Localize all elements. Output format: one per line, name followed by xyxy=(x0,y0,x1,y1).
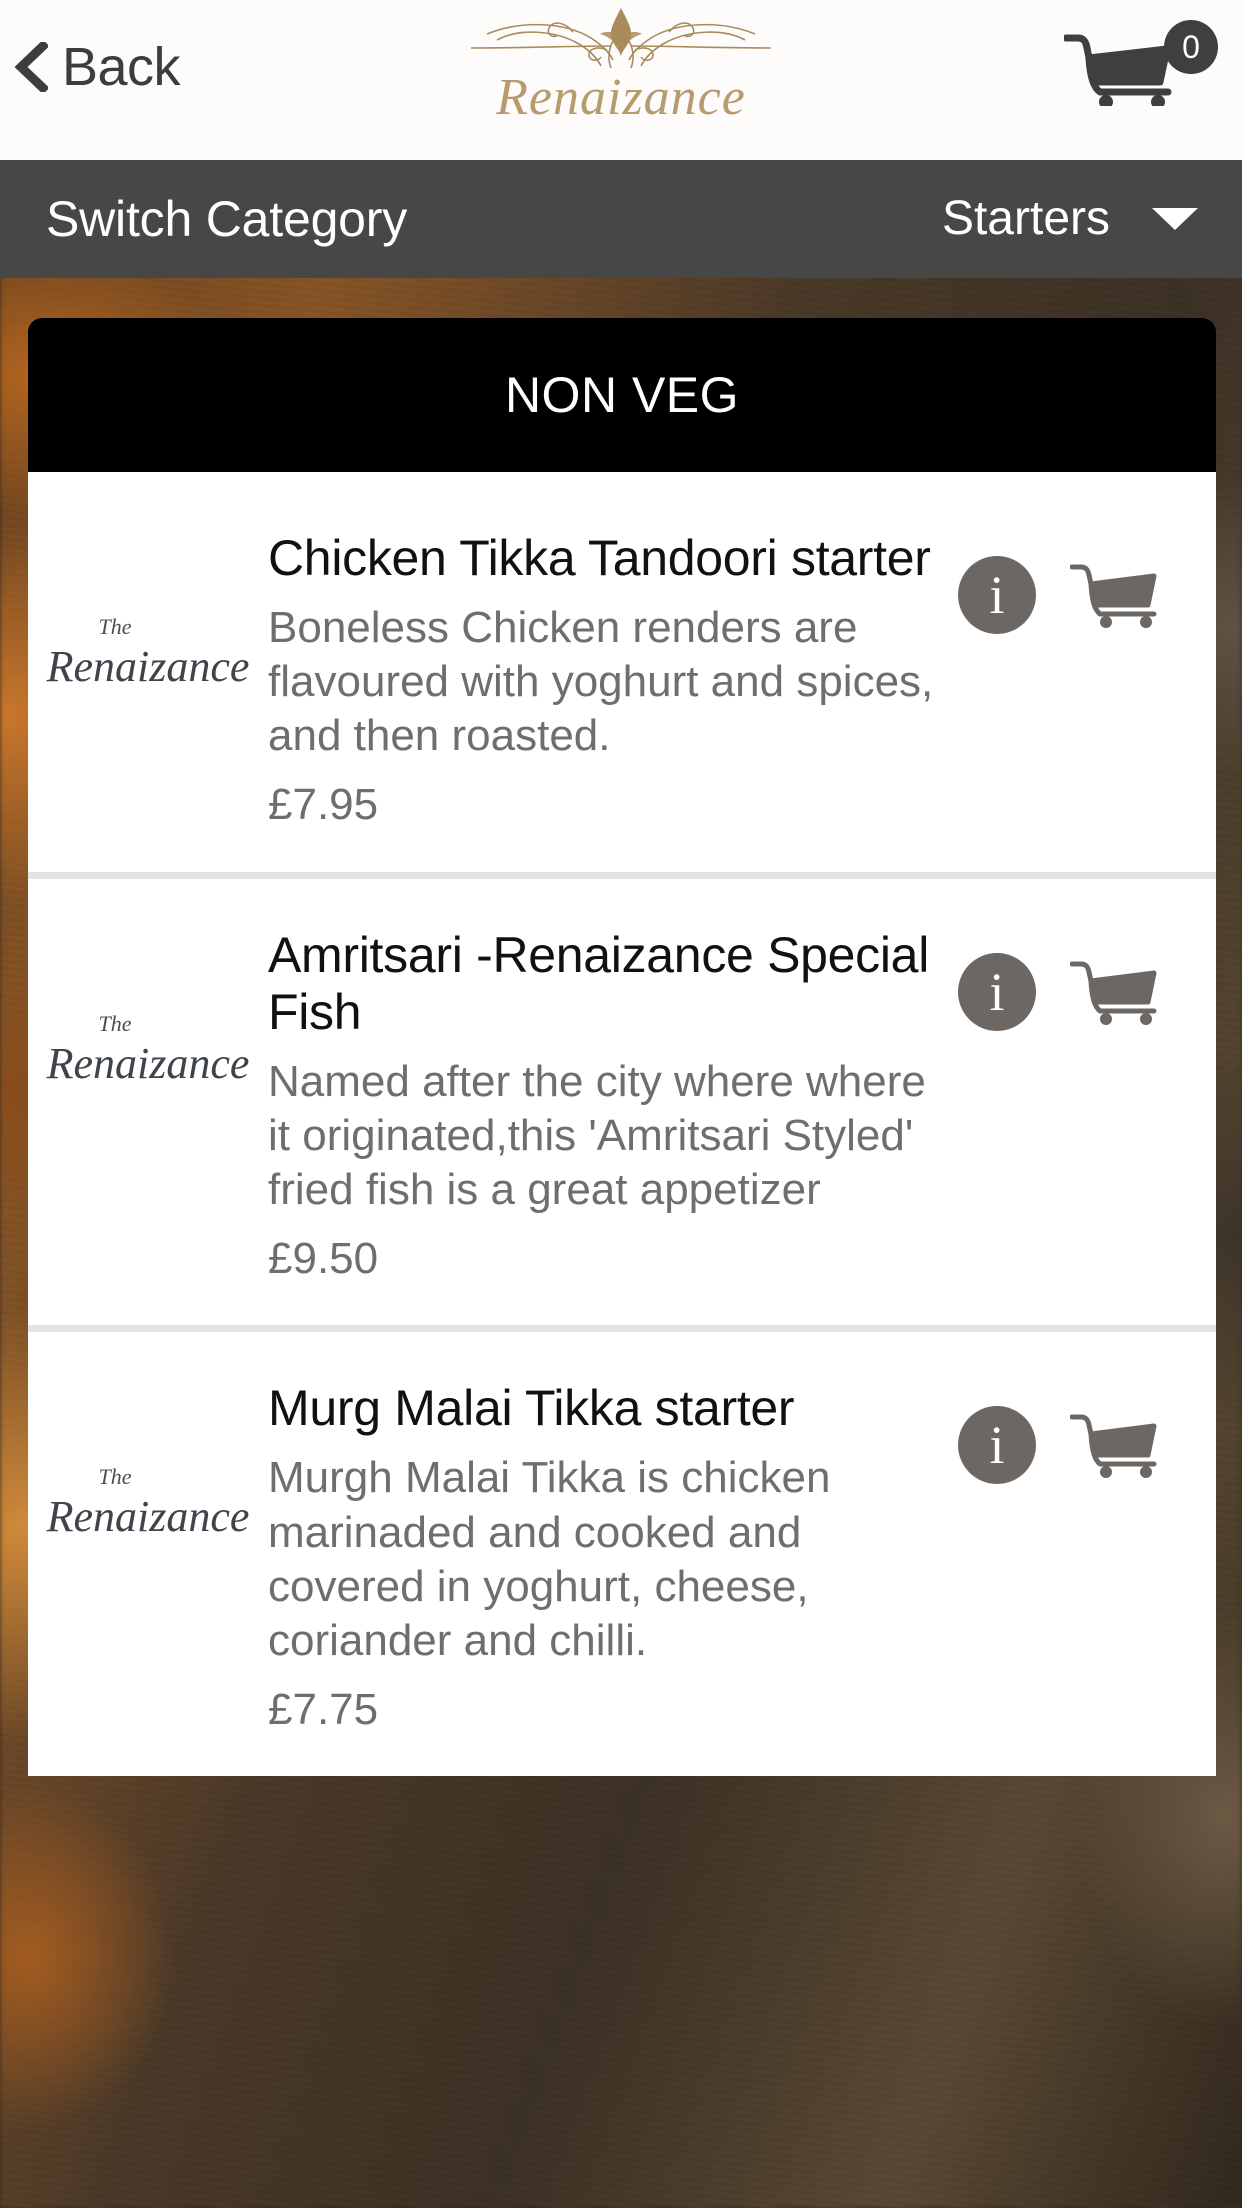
thumbnail-brand-label: Renaizance xyxy=(46,642,250,691)
thumbnail-brand-label: Renaizance xyxy=(46,1492,250,1542)
cart-button[interactable]: 0 xyxy=(1064,18,1224,110)
menu-item-row[interactable]: The Renaizance Murg Malai Tikka starter … xyxy=(28,1332,1216,1777)
item-actions: i xyxy=(958,1380,1216,1485)
item-title: Amritsari -Renaizance Special Fish xyxy=(268,926,930,1040)
item-thumbnail-logo: The Renaizance xyxy=(28,530,268,693)
item-thumbnail-logo: The Renaizance xyxy=(28,927,268,1090)
item-thumbnail-logo: The Renaizance xyxy=(28,1380,268,1543)
cart-count-badge: 0 xyxy=(1164,20,1218,74)
info-icon[interactable]: i xyxy=(958,1406,1036,1485)
top-navigation-bar: Back Renaizance 0 xyxy=(0,0,1242,160)
selected-category-value: Starters xyxy=(941,192,1110,245)
shopping-cart-icon xyxy=(1070,1414,1157,1479)
add-to-cart-button[interactable] xyxy=(1070,953,1162,1031)
menu-panel: NON VEG The Renaizance Chicken Tikka Tan… xyxy=(28,318,1216,1777)
info-icon[interactable]: i xyxy=(958,556,1036,634)
item-title: Chicken Tikka Tandoori starter xyxy=(268,530,931,586)
brand-logo: Renaizance xyxy=(451,6,791,124)
item-price: £7.95 xyxy=(268,780,379,830)
menu-item-list: The Renaizance Chicken Tikka Tandoori st… xyxy=(28,472,1216,1777)
info-icon[interactable]: i xyxy=(958,952,1036,1031)
app-screen: Back Renaizance 0 Switch Category Starte… xyxy=(0,0,1242,2208)
item-title: Murg Malai Tikka starter xyxy=(268,1380,795,1437)
item-actions: i xyxy=(958,927,1216,1031)
item-description: Murgh Malai Tikka is chicken marinaded a… xyxy=(268,1453,831,1665)
section-banner: NON VEG xyxy=(28,318,1216,472)
switch-category-bar[interactable]: Switch Category Starters xyxy=(0,160,1242,278)
thumbnail-the-label: The xyxy=(98,614,132,639)
item-details: Chicken Tikka Tandoori starter Boneless … xyxy=(268,530,958,830)
item-description: Named after the city where where it orig… xyxy=(268,1056,926,1214)
back-label: Back xyxy=(62,37,181,97)
shopping-cart-icon xyxy=(1070,961,1157,1025)
item-details: Murg Malai Tikka starter Murgh Malai Tik… xyxy=(268,1380,958,1734)
item-price: £9.50 xyxy=(268,1234,379,1284)
brand-wordmark: Renaizance xyxy=(496,69,746,126)
item-actions: i xyxy=(958,530,1216,634)
chevron-left-icon xyxy=(14,42,48,92)
item-details: Amritsari -Renaizance Special Fish Named… xyxy=(268,927,958,1284)
switch-category-label: Switch Category xyxy=(46,191,408,247)
shopping-cart-icon xyxy=(1070,564,1157,628)
back-button[interactable]: Back xyxy=(14,37,181,97)
menu-item-row[interactable]: The Renaizance Chicken Tikka Tandoori st… xyxy=(28,482,1216,879)
chevron-down-icon xyxy=(1152,208,1198,230)
thumbnail-the-label: The xyxy=(98,1010,132,1036)
section-banner-label: NON VEG xyxy=(504,367,740,423)
menu-item-row[interactable]: The Renaizance Amritsari -Renaizance Spe… xyxy=(28,878,1216,1333)
shopping-cart-icon xyxy=(1064,34,1172,106)
thumbnail-the-label: The xyxy=(98,1464,132,1490)
item-description: Boneless Chicken renders are flavoured w… xyxy=(268,603,934,761)
add-to-cart-button[interactable] xyxy=(1070,1406,1162,1484)
thumbnail-brand-label: Renaizance xyxy=(46,1038,250,1088)
add-to-cart-button[interactable] xyxy=(1070,556,1162,634)
item-price: £7.75 xyxy=(268,1684,379,1734)
